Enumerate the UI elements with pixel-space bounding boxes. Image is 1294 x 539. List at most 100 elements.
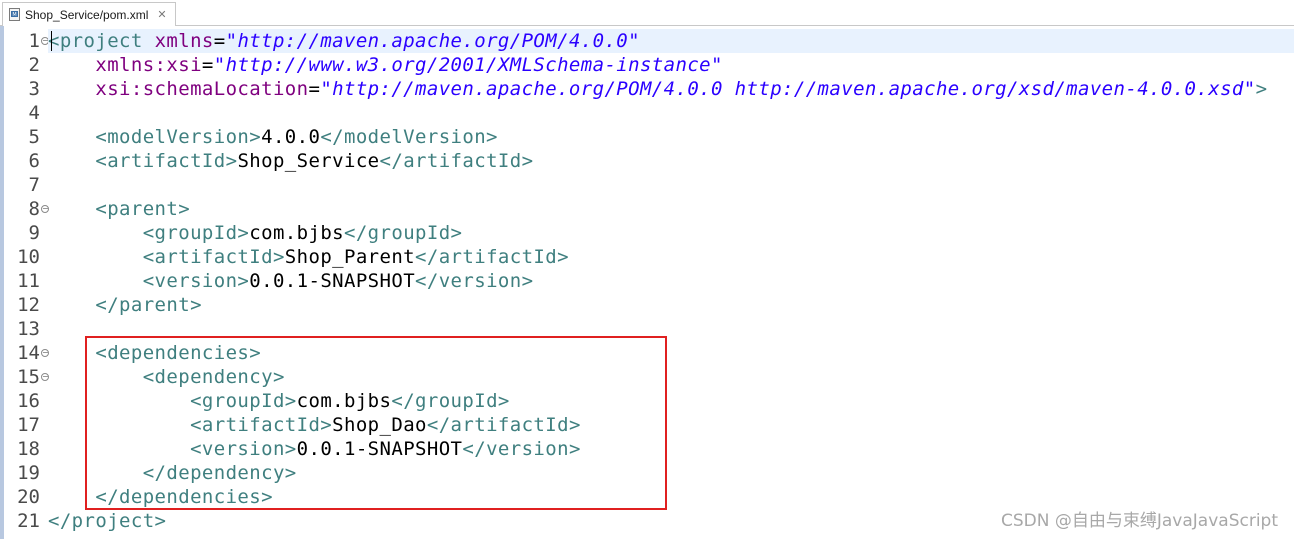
code-line[interactable]: <artifactId>Shop_Parent</artifactId>	[48, 245, 569, 269]
code-token-tag: <groupId>	[190, 390, 297, 412]
line-number: 11	[17, 270, 40, 292]
line-number: 1	[28, 30, 40, 52]
code-token-str: "http://www.w3.org/2001/XMLSchema-instan…	[213, 54, 723, 76]
code-token-tag: </modelVersion>	[320, 126, 498, 148]
code-token-eq: =	[213, 30, 226, 52]
line-number: 21	[17, 510, 40, 532]
code-line[interactable]: <groupId>com.bjbs</groupId>	[48, 389, 510, 413]
code-token-tag: <version>	[142, 270, 250, 292]
code-token-tag: <parent>	[95, 198, 191, 220]
line-number: 8	[28, 198, 40, 220]
code-line[interactable]: xsi:schemaLocation="http://maven.apache.…	[48, 77, 1267, 101]
code-line[interactable]: <modelVersion>4.0.0</modelVersion>	[48, 125, 498, 149]
line-number: 12	[17, 294, 40, 316]
code-token-attr: xmlns	[154, 30, 214, 52]
code-token-tag: </groupId>	[391, 390, 510, 412]
editor-tab-bar: M Shop_Service/pom.xml ✕	[0, 0, 1294, 26]
code-token-tag: <artifactId>	[95, 150, 238, 172]
code-line[interactable]: </parent>	[48, 293, 202, 317]
tab-pom-xml[interactable]: M Shop_Service/pom.xml ✕	[2, 2, 176, 26]
line-number: 3	[28, 78, 40, 100]
code-area[interactable]: <project xmlns="http://maven.apache.org/…	[48, 26, 1294, 539]
line-number: 5	[28, 126, 40, 148]
code-token-tag: </dependencies>	[95, 486, 273, 508]
code-token-tag: </version>	[415, 270, 534, 292]
line-number: 4	[28, 102, 40, 124]
line-number: 18	[17, 438, 40, 460]
code-token-tag: <dependency>	[142, 366, 285, 388]
code-token-tag: >	[1255, 78, 1268, 100]
code-token-tag: </parent>	[95, 294, 202, 316]
code-token-txt: Shop_Service	[237, 150, 380, 172]
code-line[interactable]: <project xmlns="http://maven.apache.org/…	[48, 29, 640, 53]
line-number: 15	[17, 366, 40, 388]
code-token-eq: =	[308, 78, 321, 100]
line-number: 19	[17, 462, 40, 484]
code-token-str: "http://maven.apache.org/POM/4.0.0 http:…	[320, 78, 1256, 100]
code-token-tag: </dependency>	[142, 462, 297, 484]
code-line[interactable]: <artifactId>Shop_Service</artifactId>	[48, 149, 533, 173]
code-token-tag: <artifactId>	[190, 414, 333, 436]
watermark: CSDN @自由与束缚JavaJavaScript	[1001, 511, 1278, 531]
xml-editor-window: M Shop_Service/pom.xml ✕ 1−2 3 4 5 6 7 8−9 10 11…	[0, 0, 1294, 539]
code-token-tag: <version>	[190, 438, 297, 460]
code-token-txt: com.bjbs	[296, 390, 392, 412]
code-token-tag: </groupId>	[344, 222, 463, 244]
code-token-tag: </artifactId>	[379, 150, 534, 172]
line-number: 7	[28, 174, 40, 196]
code-token-tag: <project	[48, 30, 155, 52]
code-line[interactable]: </dependencies>	[48, 485, 273, 509]
line-number: 10	[17, 246, 40, 268]
line-number: 17	[17, 414, 40, 436]
code-token-tag: </project>	[48, 510, 167, 532]
code-line[interactable]: <parent>	[48, 197, 190, 221]
code-token-txt: Shop_Parent	[284, 246, 416, 268]
code-token-tag: <modelVersion>	[95, 126, 262, 148]
code-token-tag: </version>	[462, 438, 581, 460]
code-token-eq: =	[201, 54, 214, 76]
line-number: 6	[28, 150, 40, 172]
code-line[interactable]: </dependency>	[48, 461, 297, 485]
code-token-tag: <artifactId>	[142, 246, 285, 268]
line-number: 13	[17, 318, 40, 340]
code-token-txt: 0.0.1-SNAPSHOT	[296, 438, 463, 460]
line-number: 16	[17, 390, 40, 412]
code-line[interactable]: <artifactId>Shop_Dao</artifactId>	[48, 413, 581, 437]
code-token-tag: </artifactId>	[426, 414, 581, 436]
code-line[interactable]: xmlns:xsi="http://www.w3.org/2001/XMLSch…	[48, 53, 723, 77]
code-line[interactable]: <version>0.0.1-SNAPSHOT</version>	[48, 437, 581, 461]
line-number: 14	[17, 342, 40, 364]
code-line[interactable]: <dependencies>	[48, 341, 261, 365]
code-token-txt: Shop_Dao	[332, 414, 427, 436]
code-token-txt: 0.0.1-SNAPSHOT	[249, 270, 416, 292]
code-token-tag: </artifactId>	[415, 246, 569, 268]
code-token-txt: 4.0.0	[261, 126, 321, 148]
code-line[interactable]: <groupId>com.bjbs</groupId>	[48, 221, 462, 245]
svg-text:M: M	[12, 12, 16, 18]
code-line[interactable]: </project>	[48, 509, 166, 533]
code-line[interactable]: <version>0.0.1-SNAPSHOT</version>	[48, 269, 533, 293]
close-icon[interactable]: ✕	[157, 8, 166, 21]
code-token-tag: <groupId>	[142, 222, 250, 244]
line-number: 20	[17, 486, 40, 508]
code-token-str: "http://maven.apache.org/POM/4.0.0"	[225, 30, 640, 52]
code-token-attr: xsi:schemaLocation	[95, 78, 309, 100]
editor-body[interactable]: 1−2 3 4 5 6 7 8−9 10 11 12 13 14−15−16 17 18 19 20 21 <p…	[0, 26, 1294, 539]
code-token-attr: xmlns:xsi	[95, 54, 202, 76]
code-line[interactable]: <dependency>	[48, 365, 285, 389]
